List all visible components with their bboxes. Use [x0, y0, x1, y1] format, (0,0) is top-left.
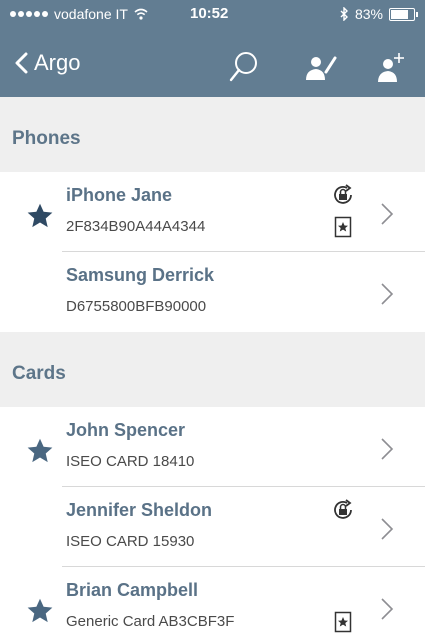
item-name: Brian Campbell	[66, 580, 199, 600]
lock-sync-icon	[334, 499, 352, 519]
list-item-iphone-jane[interactable]: iPhone Jane 2F834B90A44A4344	[0, 172, 425, 252]
battery-percent: 83%	[354, 6, 383, 22]
item-id: D6755800BFB90000	[66, 298, 207, 315]
chevron-right-icon	[381, 203, 394, 225]
battery-icon	[389, 7, 418, 21]
status-bar: vodafone IT 10:52 83%	[0, 0, 425, 28]
add-user-icon[interactable]	[372, 50, 412, 84]
top-bar: vodafone IT 10:52 83% Argo	[0, 0, 425, 97]
item-id: Generic Card AB3CBF3F	[66, 613, 235, 630]
status-right: 83%	[340, 6, 418, 22]
item-id: ISEO CARD 15930	[66, 533, 195, 550]
starred-card-icon	[334, 611, 352, 633]
item-name: Samsung Derrick	[66, 265, 215, 285]
carrier-label: vodafone IT	[54, 6, 128, 22]
star-icon	[27, 438, 53, 463]
list-item-brian-campbell[interactable]: Brian Campbell Generic Card AB3CBF3F	[0, 567, 425, 641]
chevron-right-icon	[381, 438, 394, 460]
section-title: Cards	[12, 363, 66, 384]
edit-user-icon[interactable]	[300, 50, 340, 84]
item-id: 2F834B90A44A4344	[66, 218, 206, 235]
bluetooth-icon	[340, 7, 348, 21]
clock: 10:52	[190, 5, 229, 22]
starred-card-icon	[334, 216, 352, 238]
item-id: ISEO CARD 18410	[66, 453, 195, 470]
list-item-samsung-derrick[interactable]: Samsung Derrick D6755800BFB90000	[0, 252, 425, 332]
search-icon[interactable]	[224, 50, 264, 84]
star-icon	[27, 203, 53, 228]
chevron-left-icon	[15, 52, 28, 74]
status-left: vodafone IT	[10, 6, 148, 22]
star-icon	[27, 598, 53, 623]
section-header-phones: Phones	[0, 97, 425, 172]
lock-sync-icon	[334, 184, 352, 204]
chevron-right-icon	[381, 598, 394, 620]
list-item-jennifer-sheldon[interactable]: Jennifer Sheldon ISEO CARD 15930	[0, 487, 425, 567]
signal-dots-icon	[10, 11, 48, 17]
wifi-icon	[134, 8, 148, 20]
chevron-right-icon	[381, 518, 394, 540]
back-label: Argo	[34, 50, 81, 75]
chevron-right-icon	[381, 283, 394, 305]
section-header-cards: Cards	[0, 332, 425, 407]
section-title: Phones	[12, 128, 81, 149]
item-name: John Spencer	[66, 420, 186, 440]
back-button[interactable]: Argo	[14, 50, 80, 76]
item-name: Jennifer Sheldon	[66, 500, 213, 520]
list-item-john-spencer[interactable]: John Spencer ISEO CARD 18410	[0, 407, 425, 487]
navigation-bar: Argo	[0, 38, 425, 93]
item-name: iPhone Jane	[66, 185, 173, 205]
